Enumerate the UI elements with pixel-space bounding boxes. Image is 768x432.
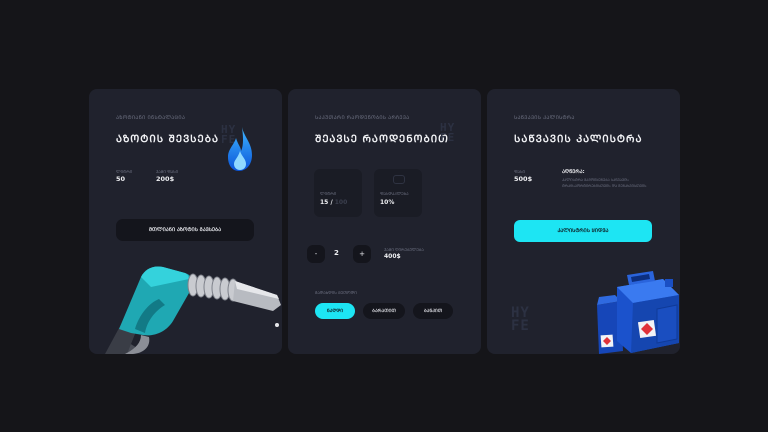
watermark-logo: HY FE xyxy=(511,305,530,334)
buy-canister-button[interactable]: ᲙᲐᲚᲘᲡᲢᲠᲘᲡ ᲧᲘᲓᲕᲐ xyxy=(514,220,652,242)
liters-value: 15 / 100 xyxy=(320,199,348,206)
quantity-value: 2 xyxy=(334,249,339,257)
discount-label: ᲤᲐᲡᲓᲐᲙᲚᲔᲑᲐ xyxy=(380,191,409,196)
increase-button[interactable]: + xyxy=(353,245,371,263)
liters-label: ᲚᲘᲢᲠᲘ xyxy=(320,191,337,196)
card-kicker: ᲡᲐᲬᲕᲐᲕᲘᲡ ᲙᲐᲚᲘᲡᲢᲠᲐ xyxy=(514,115,575,121)
card-title: ᲨᲔᲐᲕᲡᲔ ᲠᲐᲝᲓᲔᲜᲝᲑᲘᲗ xyxy=(315,134,449,145)
card-kicker: ᲐᲖᲝᲢᲘᲐᲜᲘ ᲘᲜᲡᲢᲐᲚᲐᲪᲘᲐ xyxy=(116,115,186,121)
payment-option-bank[interactable]: ᲑᲐᲜᲙᲘᲗ xyxy=(413,303,453,319)
payment-label: ᲒᲐᲓᲐᲮᲓᲘᲡ ᲛᲔᲗᲝᲓᲘ xyxy=(315,290,357,295)
price-value: 200$ xyxy=(156,175,175,183)
payment-option-card[interactable]: ᲑᲐᲠᲐᲗᲘᲗ xyxy=(363,303,405,319)
flame-icon xyxy=(228,127,252,171)
description-title: ᲐᲦᲬᲔᲠᲐ: xyxy=(562,169,585,175)
liters-box: ᲚᲘᲢᲠᲘ 15 / 100 xyxy=(314,169,362,217)
card-title: ᲐᲖᲝᲢᲘᲡ ᲨᲔᲕᲡᲔᲑᲐ xyxy=(116,134,220,145)
jerry-can-image xyxy=(597,271,679,354)
total-value: 400$ xyxy=(384,253,401,260)
card-title: ᲡᲐᲬᲕᲐᲕᲘᲡ ᲙᲐᲚᲘᲡᲢᲠᲐ xyxy=(514,134,643,145)
canister-card: ᲡᲐᲬᲕᲐᲕᲘᲡ ᲙᲐᲚᲘᲡᲢᲠᲐ ᲡᲐᲬᲕᲐᲕᲘᲡ ᲙᲐᲚᲘᲡᲢᲠᲐ ᲤᲐᲡᲘ… xyxy=(487,89,680,354)
card-kicker: ᲡᲐᲙᲣᲗᲐᲠᲘ ᲠᲐᲝᲓᲔᲜᲝᲑᲘᲡ ᲐᲠᲩᲔᲕᲐ xyxy=(315,115,410,121)
decrease-button[interactable]: - xyxy=(307,245,325,263)
tag-icon xyxy=(393,175,405,184)
quantity-card: ᲡᲐᲙᲣᲗᲐᲠᲘ ᲠᲐᲝᲓᲔᲜᲝᲑᲘᲡ ᲐᲠᲩᲔᲕᲐ ᲨᲔᲐᲕᲡᲔ ᲠᲐᲝᲓᲔᲜ… xyxy=(288,89,481,354)
fuel-refill-card: ᲐᲖᲝᲢᲘᲐᲜᲘ ᲘᲜᲡᲢᲐᲚᲐᲪᲘᲐ ᲐᲖᲝᲢᲘᲡ ᲨᲔᲕᲡᲔᲑᲐ HY FE … xyxy=(89,89,282,354)
fuel-nozzle-image xyxy=(103,266,281,354)
discount-value: 10% xyxy=(380,199,395,206)
fill-tank-button[interactable]: ᲛᲗᲚᲘᲐᲜᲘ ᲐᲖᲝᲢᲘᲡ ᲒᲐᲕᲡᲔᲑᲐ xyxy=(116,219,254,241)
price-value: 500$ xyxy=(514,175,533,183)
discount-box: ᲤᲐᲡᲓᲐᲙᲚᲔᲑᲐ 10% xyxy=(374,169,422,217)
amount-value: 50 xyxy=(116,175,126,183)
payment-option-cash[interactable]: ᲜᲐᲦᲓᲘ xyxy=(315,303,355,319)
description-text: ᲙᲐᲚᲘᲡᲢᲠᲐ ᲒᲐᲛᲝᲘᲧᲔᲜᲔᲑᲐ ᲡᲐᲬᲕᲐᲕᲘᲡ ᲢᲠᲐᲜᲡᲞᲝᲠᲢᲘ… xyxy=(562,178,647,188)
watermark-logo: HY FE xyxy=(440,121,456,144)
